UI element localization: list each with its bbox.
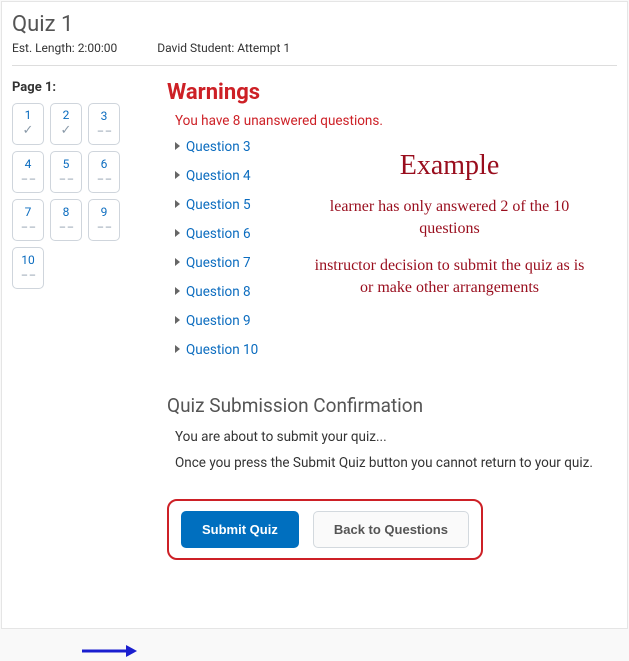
unanswered-question-link[interactable]: Question 5 [175,197,617,213]
confirmation-line-1: You are about to submit your quiz... [175,429,617,445]
action-button-highlight-box: Submit Quiz Back to Questions [167,499,483,560]
quiz-submission-page: Quiz 1 Est. Length: 2:00:00 David Studen… [1,1,628,629]
answered-check-icon: ✓ [61,124,72,138]
divider [12,65,617,66]
unanswered-dash-icon: – – [97,126,111,138]
unanswered-dash-icon: – – [21,222,35,234]
caret-right-icon [175,229,180,237]
content-column: Warnings You have 8 unanswered questions… [167,80,617,560]
unanswered-dash-icon: – – [59,222,73,234]
question-cell-number: 1 [25,109,32,122]
caret-right-icon [175,171,180,179]
arrow-annotation-icon [82,641,137,661]
question-cell-number: 2 [63,109,70,122]
unanswered-question-link[interactable]: Question 6 [175,226,617,242]
page-label: Page 1: [12,80,147,95]
question-cell-7[interactable]: 7 – – [12,199,44,241]
question-cell-10[interactable]: 10 – – [12,247,44,289]
question-link-label: Question 7 [186,255,251,271]
question-cell-1[interactable]: 1✓ [12,103,44,145]
question-grid: 1✓2✓3– –4– –5– –6– –7– –8– –9– –10– – [12,103,147,289]
question-cell-number: 8 [63,206,70,219]
unanswered-question-link[interactable]: Question 9 [175,313,617,329]
unanswered-question-link[interactable]: Question 10 [175,342,617,358]
caret-right-icon [175,142,180,150]
question-cell-number: 9 [101,206,108,219]
quiz-meta: Est. Length: 2:00:00 David Student: Atte… [12,41,617,55]
question-cell-number: 3 [101,110,108,123]
question-cell-2[interactable]: 2✓ [50,103,82,145]
unanswered-question-link[interactable]: Question 7 [175,255,617,271]
warnings-heading: Warnings [167,80,617,105]
question-cell-number: 7 [25,206,32,219]
unanswered-question-list: Question 3 Question 4 Question 5 Question 6… [175,139,617,358]
unanswered-message: You have 8 unanswered questions. [175,113,617,129]
question-link-label: Question 9 [186,313,251,329]
question-cell-number: 6 [101,158,108,171]
warnings-body: You have 8 unanswered questions. Questio… [167,113,617,358]
question-cell-4[interactable]: 4 – – [12,151,44,193]
main-layout: Page 1: 1✓2✓3– –4– –5– –6– –7– –8– –9– –… [12,80,617,560]
unanswered-dash-icon: – – [59,174,73,186]
question-navigator: Page 1: 1✓2✓3– –4– –5– –6– –7– –8– –9– –… [12,80,147,560]
question-cell-5[interactable]: 5 – – [50,151,82,193]
quiz-title: Quiz 1 [12,12,617,37]
question-link-label: Question 10 [186,342,258,358]
unanswered-dash-icon: – – [97,222,111,234]
question-cell-8[interactable]: 8 – – [50,199,82,241]
question-cell-number: 10 [21,254,35,267]
caret-right-icon [175,316,180,324]
confirmation-heading: Quiz Submission Confirmation [167,394,617,417]
question-link-label: Question 8 [186,284,251,300]
unanswered-question-link[interactable]: Question 8 [175,284,617,300]
caret-right-icon [175,345,180,353]
confirmation-body: You are about to submit your quiz... Onc… [167,429,617,471]
question-cell-9[interactable]: 9 – – [88,199,120,241]
unanswered-dash-icon: – – [21,174,35,186]
est-length: Est. Length: 2:00:00 [12,41,117,55]
question-cell-6[interactable]: 6 – – [88,151,120,193]
question-cell-number: 4 [25,158,32,171]
caret-right-icon [175,258,180,266]
question-link-label: Question 3 [186,139,251,155]
confirmation-line-2: Once you press the Submit Quiz button yo… [175,455,617,471]
caret-right-icon [175,287,180,295]
question-cell-3[interactable]: 3 – – [88,103,120,145]
attempt-info: David Student: Attempt 1 [157,41,290,55]
caret-right-icon [175,200,180,208]
question-link-label: Question 6 [186,226,251,242]
unanswered-dash-icon: – – [21,270,35,282]
back-to-questions-button[interactable]: Back to Questions [313,511,469,548]
question-link-label: Question 4 [186,168,251,184]
answered-check-icon: ✓ [23,124,34,138]
question-cell-number: 5 [63,158,70,171]
unanswered-dash-icon: – – [97,174,111,186]
unanswered-question-link[interactable]: Question 4 [175,168,617,184]
question-link-label: Question 5 [186,197,251,213]
unanswered-question-link[interactable]: Question 3 [175,139,617,155]
submit-quiz-button[interactable]: Submit Quiz [181,511,299,548]
